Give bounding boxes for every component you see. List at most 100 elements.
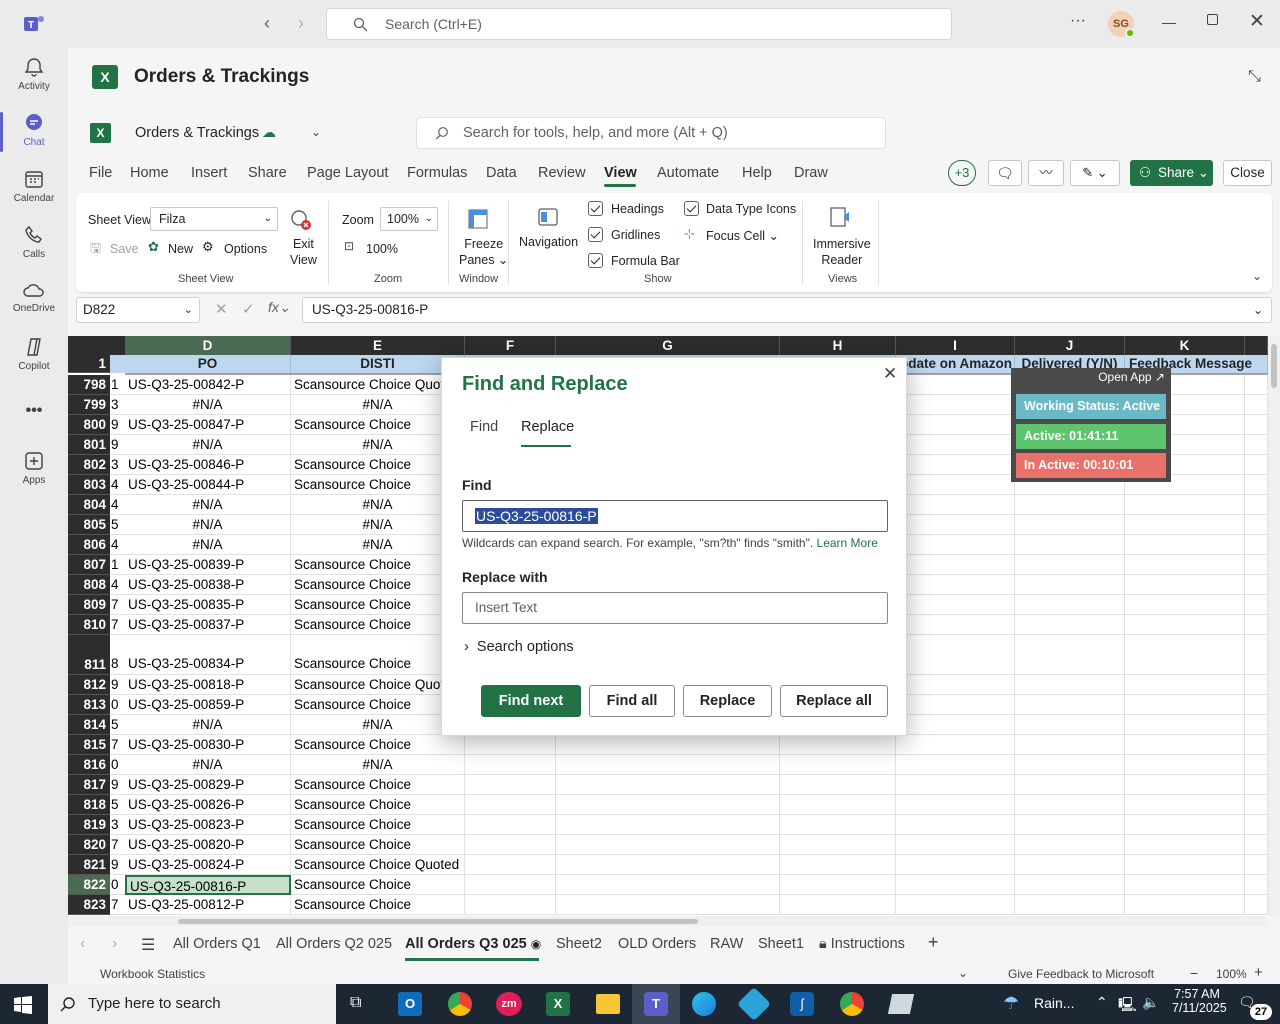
cell[interactable]: 5 [110,715,125,735]
cell-disti[interactable]: Scansource Choice [291,415,465,435]
zoom-100-button[interactable]: 100% [366,242,398,256]
rail-apps[interactable]: Apps [0,450,68,486]
app-diamond-icon[interactable] [737,987,771,1021]
cell-disti[interactable]: Scansource Choice [291,555,465,575]
rail-onedrive[interactable]: OneDrive [0,280,68,314]
cell[interactable] [556,875,780,895]
cell[interactable] [1245,675,1268,695]
zoom-select[interactable]: 100% ⌄ [380,207,438,231]
cell[interactable]: 9 [110,415,125,435]
cell[interactable]: 3 [110,455,125,475]
cell-disti[interactable]: Scansource Choice [291,795,465,815]
close-window-icon[interactable]: ✕ [1249,10,1265,33]
learn-more-link[interactable]: Learn More [817,536,878,550]
row-header[interactable]: 819 [68,815,110,835]
more-apps-icon[interactable]: ••• [0,402,68,420]
cell[interactable] [896,895,1015,915]
cell[interactable] [110,355,125,373]
row-header[interactable]: 821 [68,855,110,875]
cell-po[interactable]: #N/A [125,515,291,535]
cell-disti[interactable]: #N/A [291,755,465,775]
cell[interactable]: 9 [110,675,125,695]
row-header[interactable]: 816 [68,755,110,775]
cell[interactable] [1015,895,1125,915]
close-icon[interactable]: ✕ [883,364,897,384]
column-header-k[interactable]: K [1125,336,1245,355]
tab-automate[interactable]: Automate [657,165,719,181]
horizontal-scrollbar[interactable] [68,916,1268,926]
cell[interactable] [896,855,1015,875]
cell[interactable] [1015,855,1125,875]
cell[interactable] [780,835,896,855]
cell[interactable] [556,775,780,795]
edge-icon[interactable] [692,992,716,1016]
cell-disti[interactable]: Scansource Choice [291,455,465,475]
cell[interactable] [896,375,1015,395]
teams-logo-icon[interactable]: T [22,12,46,39]
cell-po[interactable]: US-Q3-25-00826-P [125,795,291,815]
editing-mode-icon[interactable]: ✎ ⌄ [1070,160,1120,186]
cell[interactable] [465,735,556,755]
cell-disti[interactable]: #N/A [291,395,465,415]
cell[interactable] [1245,535,1268,555]
cell[interactable]: 0 [110,875,125,895]
cell-disti[interactable]: Scansource Choice [291,475,465,495]
cell-po[interactable]: US-Q3-25-00829-P [125,775,291,795]
tab-find[interactable]: Find [470,419,498,435]
cell[interactable] [1015,735,1125,755]
forward-arrow-icon[interactable]: › [298,13,304,34]
header-cell-disti[interactable]: DISTI [291,355,465,373]
cell[interactable] [1015,635,1125,675]
cell[interactable] [896,815,1015,835]
sheet-tab[interactable]: All Orders Q1 [173,936,261,952]
cell[interactable] [465,875,556,895]
headings-checkbox[interactable] [588,201,603,216]
cell[interactable] [556,735,780,755]
find-input[interactable]: US-Q3-25-00816-P [462,500,888,532]
row-header[interactable]: 813 [68,695,110,715]
prev-sheet-icon[interactable]: ‹ [80,935,85,953]
focus-cell-button[interactable]: Focus Cell ⌄ [706,228,779,243]
row-header[interactable]: 817 [68,775,110,795]
chrome-profile-icon[interactable] [840,992,864,1016]
cell[interactable] [1125,735,1245,755]
cell[interactable] [1245,815,1268,835]
cell[interactable] [1125,815,1245,835]
cell-po[interactable]: US-Q3-25-00839-P [125,555,291,575]
cell[interactable] [1125,535,1245,555]
row-header[interactable]: 812 [68,675,110,695]
chevron-down-icon[interactable]: ⌄ [311,125,321,139]
row-header[interactable]: 810 [68,615,110,635]
cell[interactable]: 7 [110,835,125,855]
vertical-scrollbar[interactable] [1268,336,1280,916]
row-header[interactable]: 823 [68,895,110,915]
cell-disti[interactable]: Scansource Choice [291,735,465,755]
volume-icon[interactable]: 🔈 [1142,994,1159,1011]
freeze-panes-button[interactable]: Freeze Panes ⌄ [459,236,508,268]
row-header[interactable]: 802 [68,455,110,475]
cell[interactable] [780,855,896,875]
cell[interactable] [1125,795,1245,815]
cell[interactable] [896,495,1015,515]
taskbar-search-input[interactable]: Type here to search [48,984,336,1024]
minimize-icon[interactable]: — [1162,14,1176,30]
cell[interactable] [896,595,1015,615]
cell[interactable] [1245,635,1268,675]
cell-po[interactable]: US-Q3-25-00812-P [125,895,291,915]
cell[interactable] [1125,575,1245,595]
cell[interactable]: 8 [110,635,125,675]
cell[interactable] [1245,895,1268,915]
cell[interactable] [1125,695,1245,715]
cell[interactable] [1125,595,1245,615]
search-options-toggle[interactable]: › Search options [464,639,574,655]
cell-po[interactable]: US-Q3-25-00844-P [125,475,291,495]
cell[interactable] [1245,475,1268,495]
cell[interactable] [1245,435,1268,455]
find-all-button[interactable]: Find all [589,685,675,717]
clock[interactable]: 7:57 AM 7/11/2025 [1172,987,1227,1015]
cell[interactable] [780,895,896,915]
find-next-button[interactable]: Find next [481,685,581,717]
cell[interactable] [1015,775,1125,795]
column-header-next[interactable] [1245,336,1268,355]
select-all-corner[interactable] [68,336,125,355]
